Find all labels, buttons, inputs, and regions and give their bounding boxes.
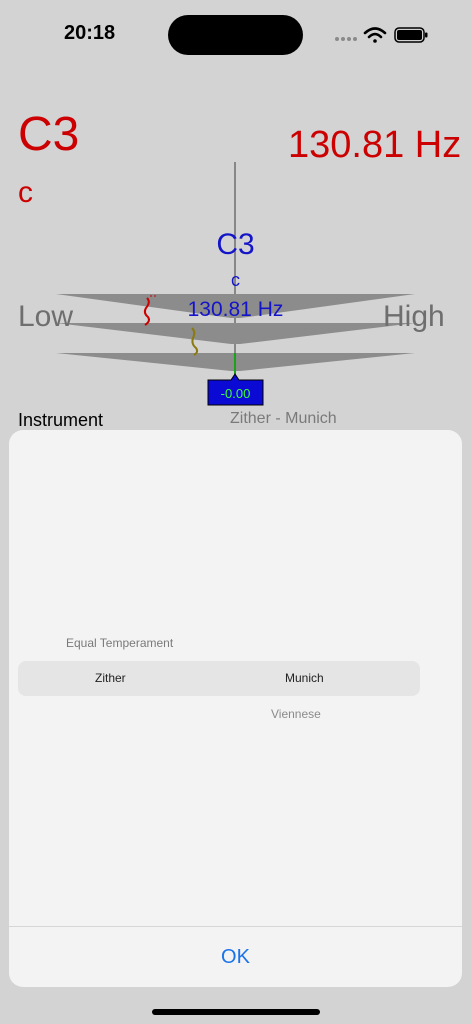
dynamic-island	[168, 15, 303, 55]
tuner-note: C3	[216, 228, 255, 261]
ok-button[interactable]: OK	[9, 927, 462, 987]
status-icons	[335, 27, 428, 43]
status-bar: 20:18	[0, 0, 471, 60]
tuner-note-name: c	[231, 270, 240, 290]
picker-instrument-selected[interactable]: Zither	[95, 671, 126, 685]
home-indicator[interactable]	[152, 1009, 320, 1015]
high-label: High	[383, 300, 445, 333]
instrument-label: Instrument	[18, 410, 104, 430]
low-label: Low	[18, 300, 74, 333]
instrument-value[interactable]: Zither - Munich	[230, 410, 337, 428]
picker-option-viennese[interactable]: Viennese	[271, 707, 321, 721]
picker-tuning-selected[interactable]: Munich	[285, 671, 324, 685]
battery-icon	[394, 27, 428, 43]
deviation-value: -0.00	[220, 386, 251, 401]
instrument-picker-sheet: Equal Temperament Zither Munich Viennese…	[9, 430, 462, 987]
status-time: 20:18	[64, 22, 116, 44]
picker-selection-band[interactable]	[18, 661, 420, 696]
wifi-icon	[363, 27, 387, 43]
picker-option-equal-temperament[interactable]: Equal Temperament	[66, 636, 173, 650]
signal-icon	[335, 37, 357, 41]
middle-wedge	[56, 323, 415, 344]
